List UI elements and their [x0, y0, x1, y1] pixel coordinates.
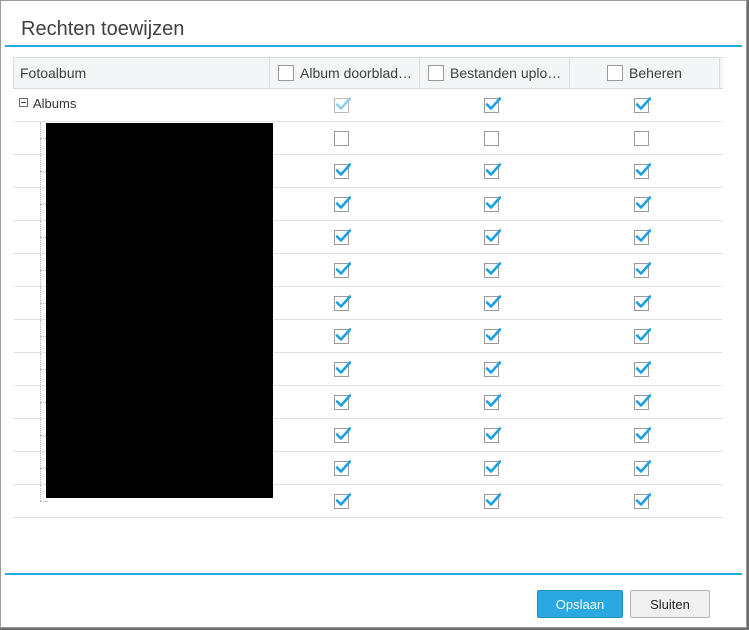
album-label[interactable]: Albums	[33, 96, 76, 111]
column-header-manage[interactable]: Beheren	[570, 58, 720, 88]
dialog-content: Fotoalbum Album doorblad… Bestanden uplo…	[5, 47, 742, 575]
browse-checkbox[interactable]	[334, 492, 351, 509]
manage-checkbox[interactable]	[634, 195, 651, 212]
permissions-grid: Fotoalbum Album doorblad… Bestanden uplo…	[13, 57, 723, 518]
select-all-manage-checkbox[interactable]	[607, 65, 624, 81]
upload-checkbox[interactable]	[484, 228, 501, 245]
upload-checkbox[interactable]	[484, 459, 501, 476]
select-all-browse-checkbox[interactable]	[278, 65, 294, 81]
browse-checkbox[interactable]	[334, 129, 351, 146]
upload-checkbox[interactable]	[484, 327, 501, 344]
browse-checkbox[interactable]	[334, 393, 351, 410]
save-button[interactable]: Opslaan	[537, 590, 623, 618]
browse-checkbox[interactable]	[334, 228, 351, 245]
manage-checkbox[interactable]	[634, 459, 651, 476]
browse-checkbox[interactable]	[334, 426, 351, 443]
dialog-title: Rechten toewijzen	[21, 18, 185, 40]
upload-checkbox[interactable]	[484, 360, 501, 377]
manage-checkbox[interactable]	[634, 261, 651, 278]
upload-checkbox[interactable]	[484, 426, 501, 443]
column-header-label: Bestanden uplo…	[450, 65, 562, 81]
upload-checkbox[interactable]	[484, 261, 501, 278]
tree-connector-line	[40, 485, 41, 501]
browse-checkbox[interactable]	[334, 162, 351, 179]
redacted-album-names	[46, 123, 273, 498]
browse-checkbox[interactable]	[334, 360, 351, 377]
assign-rights-dialog: Rechten toewijzen Fotoalbum Album doorbl…	[0, 0, 747, 628]
table-row-albums-root: Albums	[13, 89, 723, 122]
collapse-icon[interactable]	[19, 98, 28, 107]
upload-checkbox[interactable]	[484, 393, 501, 410]
dialog-title-bar: Rechten toewijzen	[5, 5, 742, 47]
upload-checkbox[interactable]	[484, 129, 501, 146]
manage-checkbox[interactable]	[634, 129, 651, 146]
tree-connector-branch	[40, 501, 48, 502]
manage-checkbox[interactable]	[634, 294, 651, 311]
root-upload-checkbox[interactable]	[484, 96, 501, 113]
manage-checkbox[interactable]	[634, 492, 651, 509]
root-manage-checkbox[interactable]	[634, 96, 651, 113]
close-button[interactable]: Sluiten	[630, 590, 710, 618]
manage-checkbox[interactable]	[634, 360, 651, 377]
browse-checkbox[interactable]	[334, 195, 351, 212]
browse-checkbox[interactable]	[334, 459, 351, 476]
grid-header: Fotoalbum Album doorblad… Bestanden uplo…	[13, 57, 723, 89]
upload-checkbox[interactable]	[484, 492, 501, 509]
manage-checkbox[interactable]	[634, 162, 651, 179]
upload-checkbox[interactable]	[484, 294, 501, 311]
manage-checkbox[interactable]	[634, 228, 651, 245]
browse-checkbox[interactable]	[334, 327, 351, 344]
manage-checkbox[interactable]	[634, 327, 651, 344]
column-header-label: Fotoalbum	[20, 65, 87, 81]
select-all-upload-checkbox[interactable]	[428, 65, 444, 81]
column-header-photo-album: Fotoalbum	[14, 58, 270, 88]
manage-checkbox[interactable]	[634, 393, 651, 410]
browse-checkbox[interactable]	[334, 294, 351, 311]
column-header-label: Beheren	[629, 65, 682, 81]
browse-checkbox[interactable]	[334, 261, 351, 278]
root-browse-checkbox[interactable]	[334, 96, 351, 113]
column-header-upload-files[interactable]: Bestanden uplo…	[420, 58, 570, 88]
manage-checkbox[interactable]	[634, 426, 651, 443]
upload-checkbox[interactable]	[484, 195, 501, 212]
column-header-label: Album doorblad…	[300, 65, 413, 81]
upload-checkbox[interactable]	[484, 162, 501, 179]
column-header-browse-album[interactable]: Album doorblad…	[270, 58, 420, 88]
